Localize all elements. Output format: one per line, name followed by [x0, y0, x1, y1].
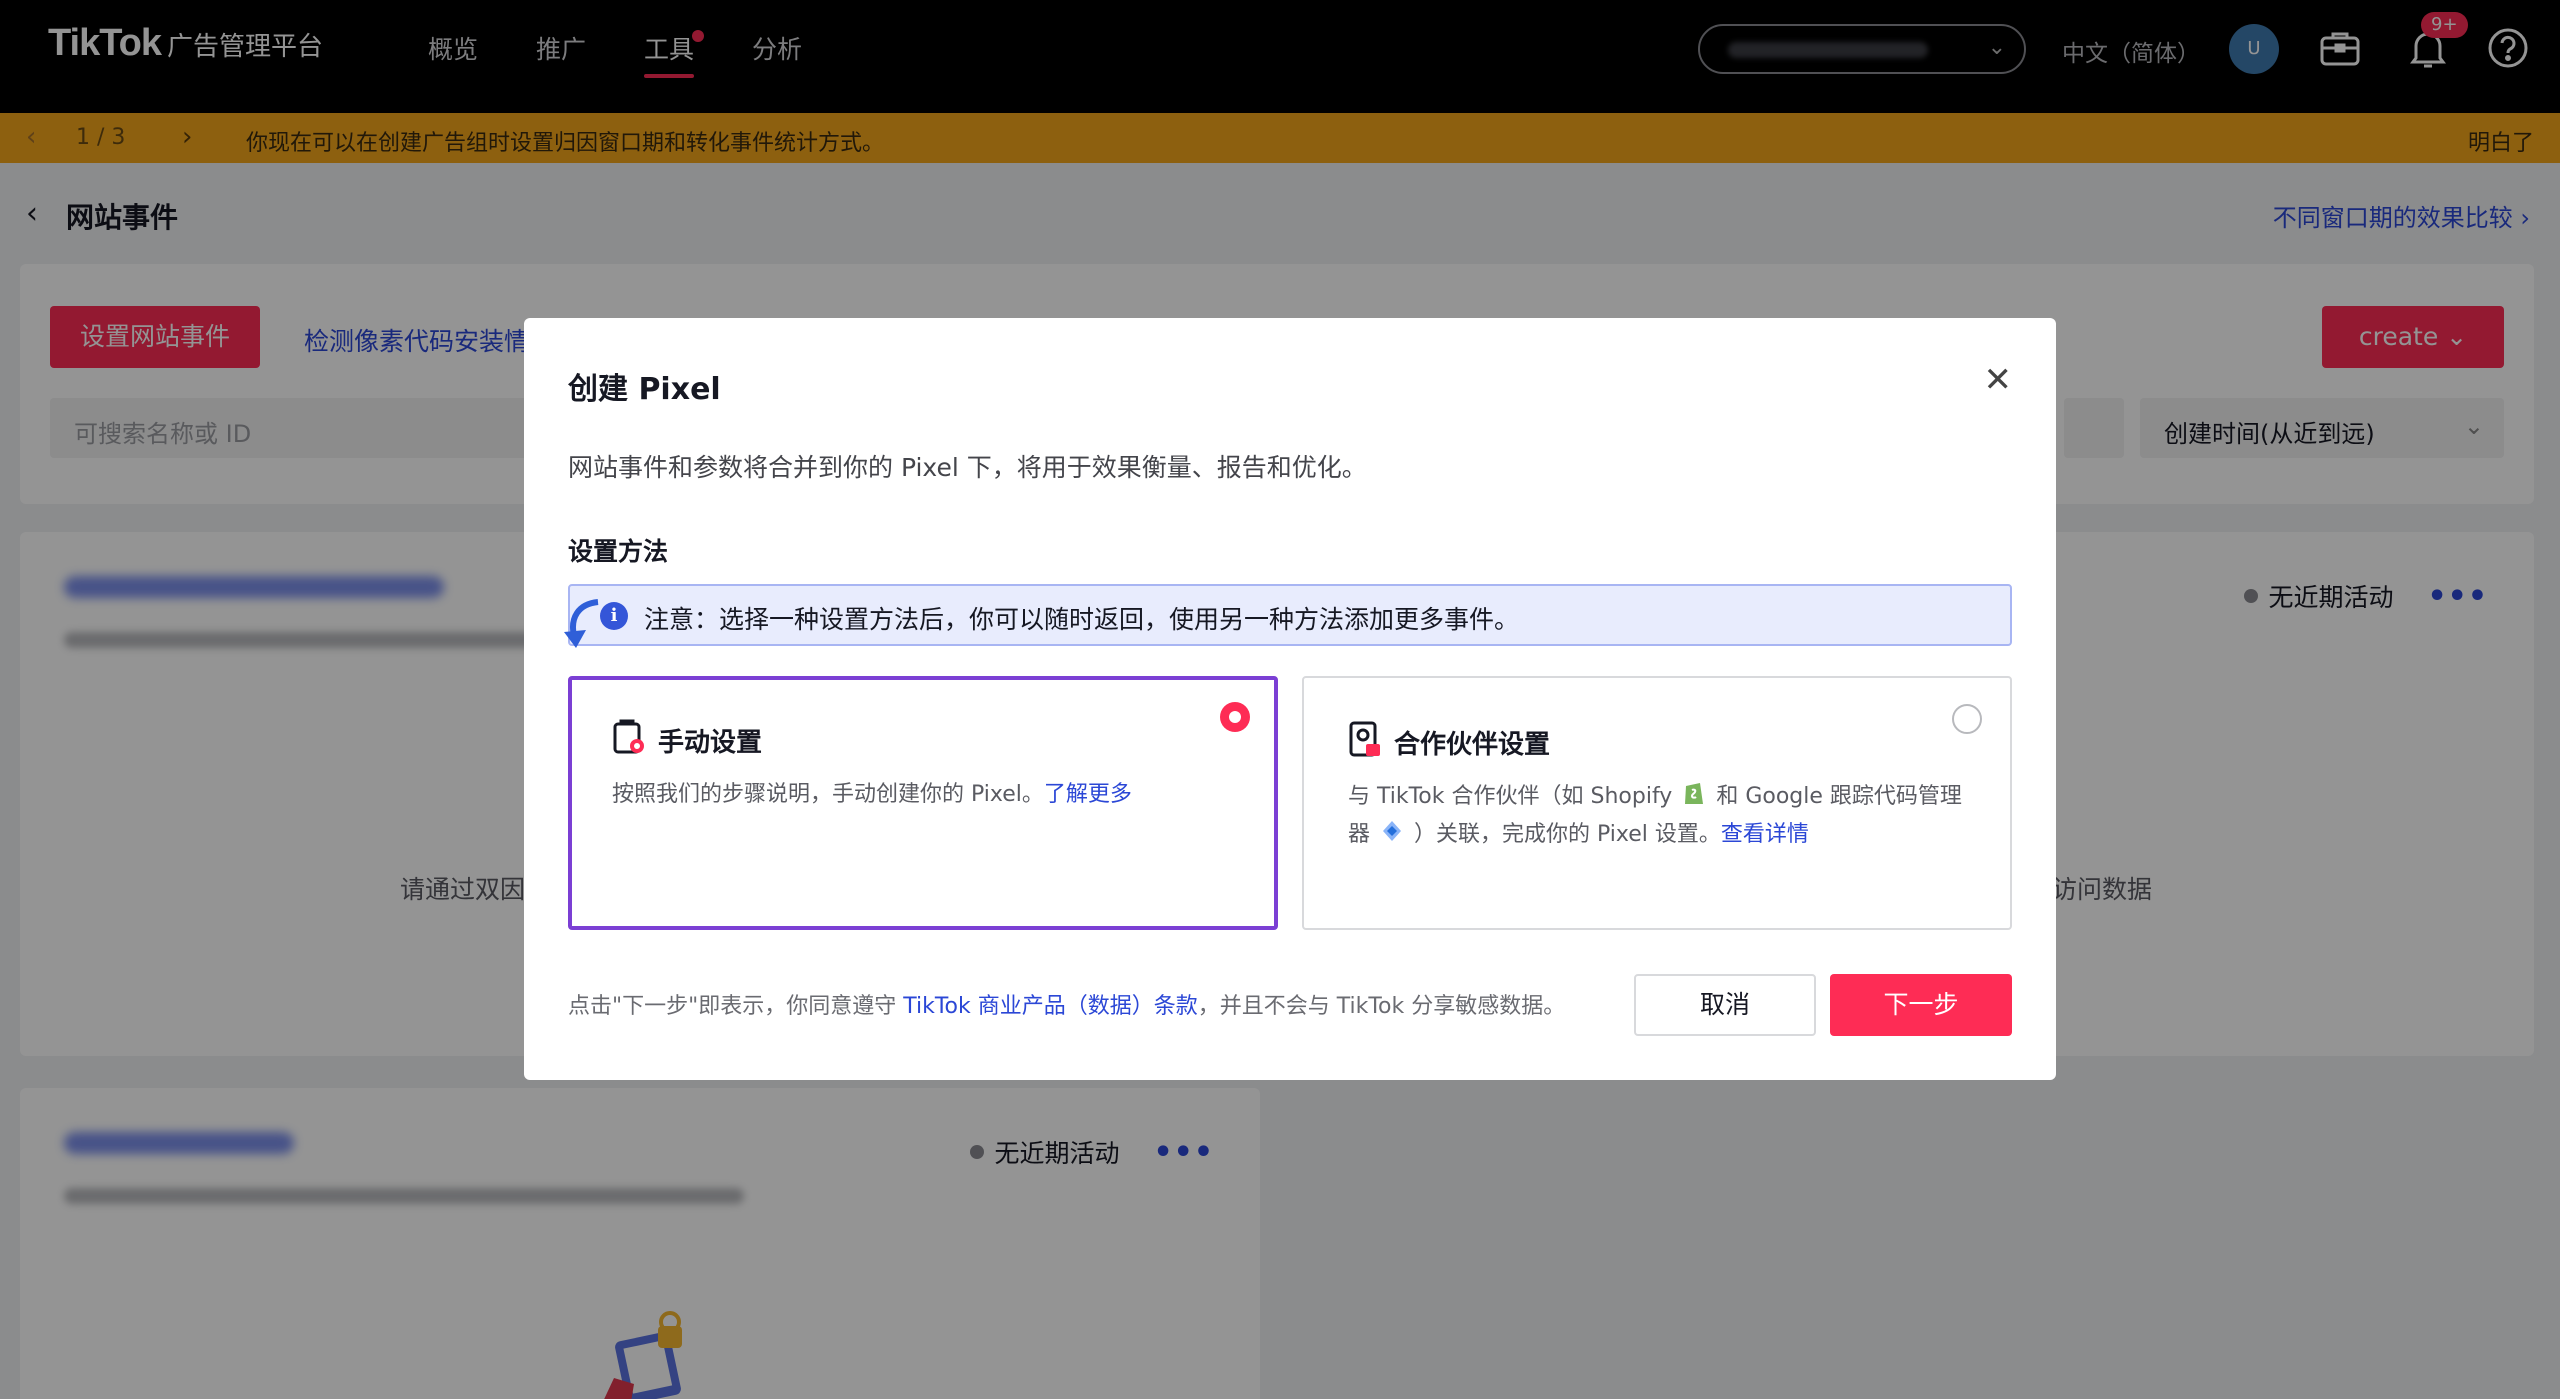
option-desc-text: 按照我们的步骤说明，手动创建你的 Pixel。: [612, 782, 1044, 807]
option-desc-text-1: 与 TikTok 合作伙伴（如 Shopify: [1348, 784, 1673, 809]
info-icon: i: [600, 602, 628, 630]
terms-pre: 点击"下一步"即表示，你同意遵守: [568, 994, 904, 1019]
arrow-decoration-icon: [564, 599, 599, 648]
radio-selected[interactable]: [1220, 702, 1250, 732]
dialog-title: 创建 Pixel: [568, 372, 721, 407]
manual-setup-icon: [613, 719, 644, 754]
create-pixel-dialog: 创建 Pixel ✕ 网站事件和参数将合并到你的 Pixel 下，将用于效果衡量…: [524, 318, 2056, 1080]
view-details-link[interactable]: 查看详情: [1721, 822, 1809, 847]
option-title: 手动设置: [658, 728, 763, 758]
option-partner-setup[interactable]: 合作伙伴设置 与 TikTok 合作伙伴（如 Shopify 和 Google …: [1302, 676, 2012, 930]
terms-link[interactable]: TikTok 商业产品（数据）条款: [903, 994, 1198, 1019]
setup-method-label: 设置方法: [568, 537, 669, 566]
next-button[interactable]: 下一步: [1830, 974, 2012, 1036]
notice-banner: i 注意：选择一种设置方法后，你可以随时返回，使用另一种方法添加更多事件。: [564, 584, 2012, 648]
option-title: 合作伙伴设置: [1394, 730, 1551, 760]
cancel-button[interactable]: 取消: [1634, 974, 1816, 1036]
notice-text: 注意：选择一种设置方法后，你可以随时返回，使用另一种方法添加更多事件。: [644, 605, 1520, 634]
learn-more-link[interactable]: 了解更多: [1044, 782, 1132, 807]
terms-note: 点击"下一步"即表示，你同意遵守 TikTok 商业产品（数据）条款，并且不会与…: [568, 988, 1565, 1020]
partner-setup-icon: [1349, 721, 1380, 757]
shopify-logo-icon: [1685, 783, 1704, 804]
google-tag-manager-icon: [1383, 821, 1402, 841]
terms-post: ，并且不会与 TikTok 分享敏感数据。: [1197, 994, 1566, 1019]
radio-unselected[interactable]: [1952, 704, 1982, 734]
dialog-description: 网站事件和参数将合并到你的 Pixel 下，将用于效果衡量、报告和优化。: [568, 453, 1367, 482]
option-manual-setup[interactable]: 手动设置 按照我们的步骤说明，手动创建你的 Pixel。了解更多: [568, 676, 1278, 930]
close-icon[interactable]: ✕: [1984, 360, 2013, 400]
option-description: 按照我们的步骤说明，手动创建你的 Pixel。了解更多: [612, 776, 1242, 814]
option-description: 与 TikTok 合作伙伴（如 Shopify 和 Google 跟踪代码管理器…: [1348, 778, 1978, 854]
option-desc-text-3: ）关联，完成你的 Pixel 设置。: [1414, 822, 1721, 847]
